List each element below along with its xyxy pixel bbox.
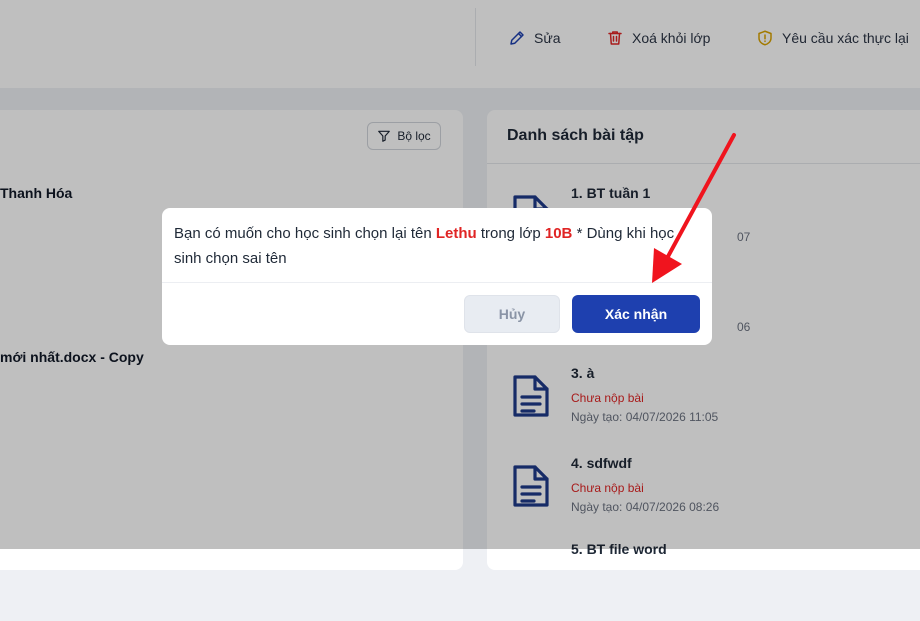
dialog-divider (162, 282, 712, 283)
confirm-dialog: Bạn có muốn cho học sinh chọn lại tên Le… (162, 208, 712, 345)
dialog-message: Bạn có muốn cho học sinh chọn lại tên Le… (174, 221, 694, 271)
confirm-button[interactable]: Xác nhận (572, 295, 700, 333)
cancel-button[interactable]: Hủy (464, 295, 560, 333)
class-name: 10B (544, 225, 573, 242)
assignment-item[interactable]: 5. BT file word (511, 541, 911, 621)
student-name: Lethu (435, 225, 477, 242)
dialog-text-middle: trong lớp (476, 225, 545, 242)
dialog-text-before: Bạn có muốn cho học sinh chọn lại tên (174, 225, 436, 242)
